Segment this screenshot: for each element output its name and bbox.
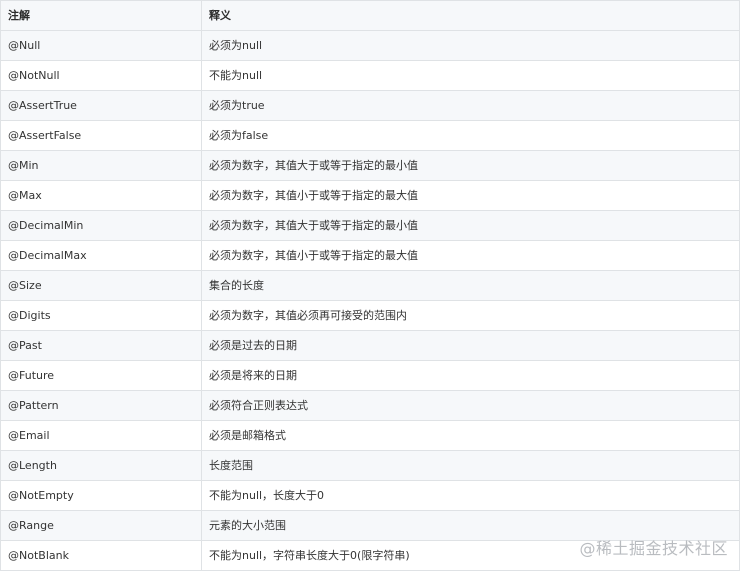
- table-row: @DecimalMin 必须为数字，其值大于或等于指定的最小值: [0, 210, 740, 241]
- cell-meaning: 必须为数字，其值大于或等于指定的最小值: [201, 210, 740, 241]
- cell-annotation: @Past: [0, 330, 202, 361]
- cell-annotation: @Digits: [0, 300, 202, 331]
- cell-annotation: @AssertFalse: [0, 120, 202, 151]
- table-row: @AssertTrue 必须为true: [0, 90, 740, 121]
- table-row: @Digits 必须为数字，其值必须再可接受的范围内: [0, 300, 740, 331]
- table-row: @Size 集合的长度: [0, 270, 740, 301]
- table-row: @NotNull 不能为null: [0, 60, 740, 91]
- header-annotation: 注解: [0, 0, 202, 31]
- cell-annotation: @Min: [0, 150, 202, 181]
- cell-meaning: 必须是过去的日期: [201, 330, 740, 361]
- cell-meaning: 必须为false: [201, 120, 740, 151]
- cell-annotation: @NotBlank: [0, 540, 202, 571]
- cell-meaning: 必须为数字，其值小于或等于指定的最大值: [201, 180, 740, 211]
- table-row: @Pattern 必须符合正则表达式: [0, 390, 740, 421]
- cell-annotation: @Pattern: [0, 390, 202, 421]
- table-row: @Future 必须是将来的日期: [0, 360, 740, 391]
- table-row: @Min 必须为数字，其值大于或等于指定的最小值: [0, 150, 740, 181]
- cell-meaning: 必须为数字，其值必须再可接受的范围内: [201, 300, 740, 331]
- cell-annotation: @Max: [0, 180, 202, 211]
- cell-annotation: @Size: [0, 270, 202, 301]
- table-row: @Email 必须是邮箱格式: [0, 420, 740, 451]
- cell-meaning: 不能为null，长度大于0: [201, 480, 740, 511]
- table-row: @NotEmpty 不能为null，长度大于0: [0, 480, 740, 511]
- cell-annotation: @AssertTrue: [0, 90, 202, 121]
- cell-meaning: 不能为null: [201, 60, 740, 91]
- annotation-table: 注解 释义 @Null 必须为null @NotNull 不能为null @As…: [0, 0, 740, 571]
- cell-meaning: 集合的长度: [201, 270, 740, 301]
- cell-meaning: 必须为true: [201, 90, 740, 121]
- cell-meaning: 必须是邮箱格式: [201, 420, 740, 451]
- table-row: @Null 必须为null: [0, 30, 740, 61]
- annotation-table-container: 注解 释义 @Null 必须为null @NotNull 不能为null @As…: [0, 0, 742, 571]
- cell-meaning: 必须符合正则表达式: [201, 390, 740, 421]
- watermark-text: @稀土掘金技术社区: [579, 539, 728, 558]
- cell-annotation: @Length: [0, 450, 202, 481]
- table-header-row: 注解 释义: [0, 0, 740, 31]
- table-row: @Length 长度范围: [0, 450, 740, 481]
- cell-annotation: @DecimalMin: [0, 210, 202, 241]
- cell-annotation: @Null: [0, 30, 202, 61]
- cell-annotation: @Range: [0, 510, 202, 541]
- cell-meaning: 必须为数字，其值小于或等于指定的最大值: [201, 240, 740, 271]
- cell-meaning: 必须为数字，其值大于或等于指定的最小值: [201, 150, 740, 181]
- cell-meaning: 必须为null: [201, 30, 740, 61]
- table-row: @Max 必须为数字，其值小于或等于指定的最大值: [0, 180, 740, 211]
- cell-meaning: 必须是将来的日期: [201, 360, 740, 391]
- table-row: @Past 必须是过去的日期: [0, 330, 740, 361]
- cell-annotation: @DecimalMax: [0, 240, 202, 271]
- cell-annotation: @NotNull: [0, 60, 202, 91]
- table-row: @AssertFalse 必须为false: [0, 120, 740, 151]
- cell-meaning: 长度范围: [201, 450, 740, 481]
- table-row: @DecimalMax 必须为数字，其值小于或等于指定的最大值: [0, 240, 740, 271]
- cell-annotation: @NotEmpty: [0, 480, 202, 511]
- cell-annotation: @Future: [0, 360, 202, 391]
- cell-annotation: @Email: [0, 420, 202, 451]
- header-meaning: 释义: [201, 0, 740, 31]
